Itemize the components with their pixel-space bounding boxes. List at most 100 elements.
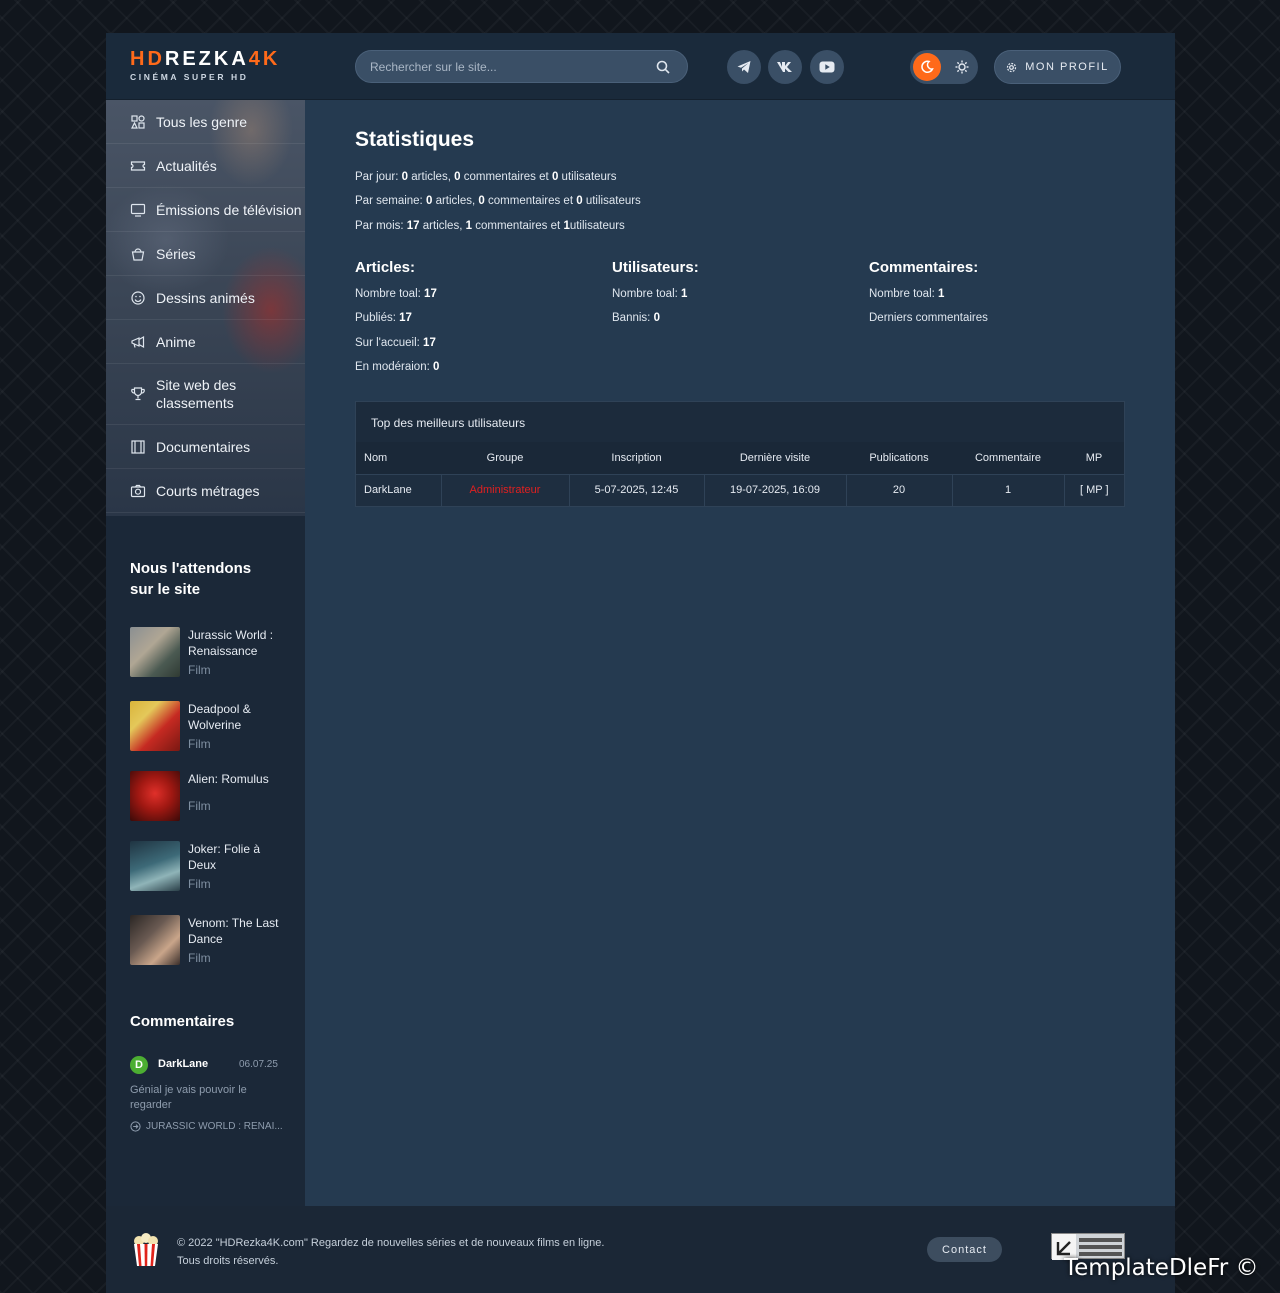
column-header: Dernière visite: [704, 442, 846, 474]
movie-poster: [130, 701, 180, 751]
vk-button[interactable]: [768, 50, 802, 84]
logo-part-4k: 4K: [248, 48, 281, 70]
youtube-button[interactable]: [810, 50, 844, 84]
column-header: Inscription: [569, 442, 704, 474]
nav-item-anime[interactable]: Anime: [106, 320, 305, 364]
table-row: DarkLane Administrateur 5-07-2025, 12:45…: [356, 473, 1124, 506]
stats-per-week: Par semaine: 0 articles, 0 commentaires …: [355, 195, 641, 207]
search-input[interactable]: [370, 51, 640, 82]
movie-title: Deadpool & Wolverine: [188, 702, 251, 732]
users-heading: Utilisateurs:: [612, 259, 699, 276]
column-header: MP: [1064, 442, 1124, 474]
ticket-icon: [130, 160, 146, 171]
movie-genre: Film: [188, 799, 211, 813]
profile-button[interactable]: MON PROFIL: [994, 50, 1121, 84]
tv-icon: [130, 203, 146, 217]
youtube-icon: [819, 61, 835, 73]
page-frame: HDREZKA4K CINÉMA SUPER HD MON PROFIL: [106, 33, 1175, 1293]
users-total: Nombre toal: 1: [612, 288, 688, 300]
sidebar-nav: Tous les genre Actualités Émissions de t…: [106, 100, 305, 513]
page-title: Statistiques: [355, 128, 475, 151]
sidebar: Tous les genre Actualités Émissions de t…: [106, 100, 305, 1206]
trophy-icon: [131, 387, 145, 401]
movie-genre: Film: [188, 877, 211, 891]
search-box: [355, 50, 688, 83]
comment-author[interactable]: DarkLane: [158, 1058, 208, 1070]
awaited-title: Nous l'attendons sur le site: [130, 560, 252, 598]
movie-title: Joker: Folie à Deux: [188, 842, 261, 872]
popcorn-icon: [134, 1233, 158, 1266]
comments-stats: Commentaires: Nombre toal: 1 Derniers co…: [869, 259, 1119, 337]
contact-button[interactable]: Contact: [927, 1237, 1002, 1262]
comments-total: Nombre toal: 1: [869, 288, 945, 300]
nav-item-documentaries[interactable]: Documentaires: [106, 425, 305, 469]
awaited-movie[interactable]: Joker: Folie à Deux Film: [130, 841, 300, 895]
site-logo[interactable]: HDREZKA4K CINÉMA SUPER HD: [130, 49, 280, 82]
nav-label: Courts métrages: [156, 482, 260, 499]
basket-icon: [131, 247, 145, 261]
nav-item-rankings[interactable]: Site web des classements: [106, 364, 305, 425]
footer-line-2: Tous droits réservés.: [177, 1255, 279, 1267]
top-users-box: Top des meilleurs utilisateurs Nom Group…: [355, 401, 1125, 507]
stats-per-month: Par mois: 17 articles, 1 commentaires et…: [355, 220, 625, 232]
main-content: Statistiques Par jour: 0 articles, 0 com…: [355, 128, 1135, 507]
movie-title: Jurassic World : Renaissance: [188, 628, 274, 658]
articles-published: Publiés: 17: [355, 312, 412, 325]
telegram-icon: [737, 61, 751, 73]
column-header: Groupe: [441, 442, 569, 474]
awaited-movie[interactable]: Venom: The Last Dance Film: [130, 915, 300, 969]
articles-moderation: En modéraion: 0: [355, 360, 440, 373]
vk-icon: [777, 62, 792, 72]
dark-mode-toggle[interactable]: [913, 53, 941, 81]
articles-total: Nombre toal: 17: [355, 288, 437, 300]
nav-label: Dessins animés: [156, 289, 255, 306]
movie-title: Venom: The Last Dance: [188, 916, 279, 946]
footer-copyright: © 2022 "HDRezka4K.com" Regardez de nouve…: [177, 1234, 604, 1270]
nav-item-tv[interactable]: Émissions de télévision: [106, 188, 305, 232]
movie-genre: Film: [188, 951, 211, 965]
nav-item-shorts[interactable]: Courts métrages: [106, 469, 305, 513]
gear-icon: [1007, 62, 1017, 72]
send-pm-link[interactable]: [ MP ]: [1064, 473, 1124, 506]
nav-item-genres[interactable]: Tous les genre: [106, 100, 305, 144]
telegram-button[interactable]: [727, 50, 761, 84]
awaited-movie[interactable]: Jurassic World : Renaissance Film: [130, 627, 300, 681]
movie-poster: [130, 771, 180, 821]
movie-title: Alien: Romulus: [188, 772, 269, 786]
footer-line-1: © 2022 "HDRezka4K.com" Regardez de nouve…: [177, 1237, 605, 1249]
comment-link-label: JURASSIC WORLD : RENAI...: [146, 1121, 283, 1132]
awaited-movie[interactable]: Alien: Romulus Film: [130, 771, 300, 825]
column-header: Publications: [846, 442, 952, 474]
stats-per-day: Par jour: 0 articles, 0 commentaires et …: [355, 171, 617, 183]
top-users-title: Top des meilleurs utilisateurs: [371, 416, 526, 430]
comment-text: Génial je vais pouvoir le regarder: [130, 1084, 247, 1111]
camera-icon: [130, 484, 146, 497]
user-publications-cell: 20: [846, 473, 953, 506]
articles-home: Sur l'accueil: 17: [355, 336, 436, 349]
arrow-circle-icon: [130, 1121, 141, 1132]
watermark: TemplateDleFr ©: [1064, 1255, 1259, 1281]
awaited-movie[interactable]: Deadpool & Wolverine Film: [130, 701, 300, 755]
movie-genre: Film: [188, 737, 211, 751]
articles-stats: Articles: Nombre toal: 17 Publiés: 17 Su…: [355, 259, 605, 385]
nav-label: Actualités: [156, 157, 217, 174]
site-footer: © 2022 "HDRezka4K.com" Regardez de nouve…: [106, 1206, 1175, 1293]
comments-heading: Commentaires:: [869, 259, 979, 276]
user-name-cell[interactable]: DarkLane: [356, 473, 442, 506]
moon-icon: [921, 60, 934, 74]
profile-label: MON PROFIL: [1025, 61, 1109, 73]
nav-item-news[interactable]: Actualités: [106, 144, 305, 188]
table-header-row: Nom Groupe Inscription Dernière visite P…: [356, 442, 1124, 474]
nav-item-cartoons[interactable]: Dessins animés: [106, 276, 305, 320]
comment-link[interactable]: JURASSIC WORLD : RENAI...: [130, 1121, 283, 1132]
nav-label: Documentaires: [156, 438, 251, 455]
user-last-visit-cell: 19-07-2025, 16:09: [704, 473, 847, 506]
top-users-table: Nom Groupe Inscription Dernière visite P…: [356, 442, 1124, 506]
nav-label: Émissions de télévision: [156, 201, 302, 218]
search-icon[interactable]: [655, 59, 671, 75]
nav-item-series[interactable]: Séries: [106, 232, 305, 276]
site-header: HDREZKA4K CINÉMA SUPER HD MON PROFIL: [106, 33, 1175, 100]
smile-icon: [131, 290, 145, 305]
last-comments-link[interactable]: Derniers commentaires: [869, 312, 1119, 336]
light-mode-toggle[interactable]: [948, 53, 976, 81]
